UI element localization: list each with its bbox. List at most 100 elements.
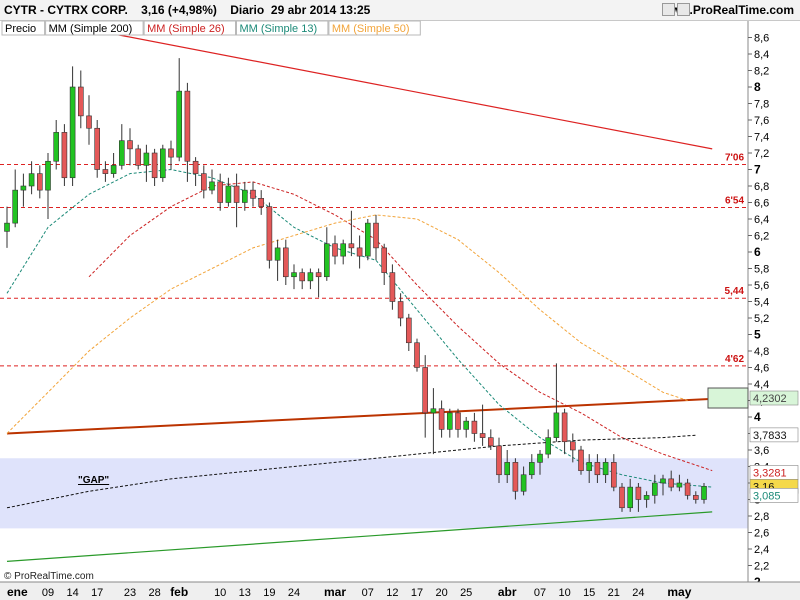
candle <box>578 445 584 475</box>
candle <box>258 190 265 215</box>
x-tick-label: 15 <box>583 587 595 599</box>
candle <box>61 124 68 186</box>
candle-body <box>176 90 182 158</box>
candle-body <box>643 495 650 500</box>
level-label: 6'54 <box>725 195 745 206</box>
x-tick-label: 28 <box>148 587 160 599</box>
candle-body <box>496 445 502 476</box>
candle-body <box>553 412 560 438</box>
candle <box>217 173 223 211</box>
y-tick-label: 5 <box>754 328 761 342</box>
candle-body <box>455 412 461 430</box>
candle-body <box>676 482 683 488</box>
candle-body <box>414 342 420 368</box>
price-tag-label: 4,2302 <box>753 393 787 405</box>
candle-body <box>151 152 158 179</box>
candle-body <box>332 243 338 257</box>
candle-body <box>438 408 445 430</box>
candle-body <box>258 198 265 207</box>
candle-body <box>348 243 355 249</box>
candle <box>119 124 125 170</box>
x-tick-label: 20 <box>435 587 447 599</box>
candle-body <box>537 453 543 463</box>
candle <box>69 66 76 186</box>
candle <box>242 181 248 211</box>
candle <box>414 338 420 372</box>
candle-body <box>94 127 100 170</box>
candle-body <box>586 462 593 471</box>
candle-body <box>135 148 141 166</box>
candle <box>291 264 297 290</box>
candle <box>373 214 379 261</box>
highlight-box <box>707 387 749 409</box>
candle-body <box>209 181 215 191</box>
candle-body <box>69 86 76 179</box>
candle <box>389 264 396 310</box>
candle-body <box>282 247 289 278</box>
candle <box>348 210 355 257</box>
x-tick-label: 07 <box>362 587 374 599</box>
candle-body <box>274 247 281 261</box>
candle-body <box>28 173 35 187</box>
x-tick-label: 17 <box>91 587 103 599</box>
candle-body <box>701 485 707 500</box>
candle-body <box>184 90 191 162</box>
candle <box>422 355 429 438</box>
candle-body <box>119 140 125 166</box>
candle <box>110 153 117 178</box>
candle <box>455 408 461 438</box>
candle-body <box>233 185 240 203</box>
candle <box>356 235 363 269</box>
candle-body <box>487 437 494 447</box>
candle-body <box>619 486 625 509</box>
y-tick-label: 5,6 <box>754 280 769 292</box>
y-tick-label: 7,4 <box>754 132 769 144</box>
y-tick-label: 7 <box>754 163 761 177</box>
y-tick-label: 3,6 <box>754 445 769 457</box>
level-label: 7'06 <box>725 153 745 164</box>
candle <box>45 153 51 219</box>
y-tick-label: 2,2 <box>754 561 769 573</box>
legend-label: MM (Simple 200) <box>49 23 133 35</box>
x-tick-label: 23 <box>124 587 136 599</box>
x-tick-label: 25 <box>460 587 472 599</box>
candle <box>405 313 412 351</box>
legend-label: Precio <box>5 23 36 35</box>
candle <box>332 235 338 265</box>
candle-body <box>504 462 511 476</box>
candle <box>323 227 330 281</box>
candle-body <box>692 495 699 500</box>
candle-body <box>389 272 396 302</box>
candle <box>282 239 289 285</box>
candle <box>364 219 371 261</box>
x-tick-label: 19 <box>263 587 275 599</box>
stock-chart: "GAP"7'066'545,444'62Precio MM (Simple 20… <box>0 20 800 600</box>
candle-body <box>225 185 232 203</box>
candle <box>160 144 166 182</box>
candle-body <box>20 185 27 191</box>
legend-label: MM (Simple 13) <box>240 23 318 35</box>
candle-body <box>610 462 617 488</box>
candle <box>168 140 174 170</box>
y-tick-label: 4,4 <box>754 379 769 391</box>
x-tick-label: abr <box>498 585 517 599</box>
candle-body <box>528 462 535 476</box>
candle-body <box>102 169 109 174</box>
legend-label: MM (Simple 26) <box>147 23 225 35</box>
y-tick-label: 7,6 <box>754 115 769 127</box>
candle-body <box>323 243 330 278</box>
x-tick-label: 13 <box>239 587 251 599</box>
candle-body <box>4 222 10 232</box>
x-tick-label: 10 <box>214 587 226 599</box>
y-tick-label: 6,8 <box>754 181 769 193</box>
x-tick-label: 09 <box>42 587 54 599</box>
candle-body <box>78 86 84 117</box>
x-tick-label: 17 <box>411 587 423 599</box>
candle-body <box>405 317 412 344</box>
candle-body <box>201 173 207 191</box>
candle <box>78 70 84 129</box>
candle <box>127 128 133 166</box>
x-tick-label: mar <box>324 585 346 599</box>
candle-body <box>266 206 273 261</box>
candle <box>94 120 100 178</box>
